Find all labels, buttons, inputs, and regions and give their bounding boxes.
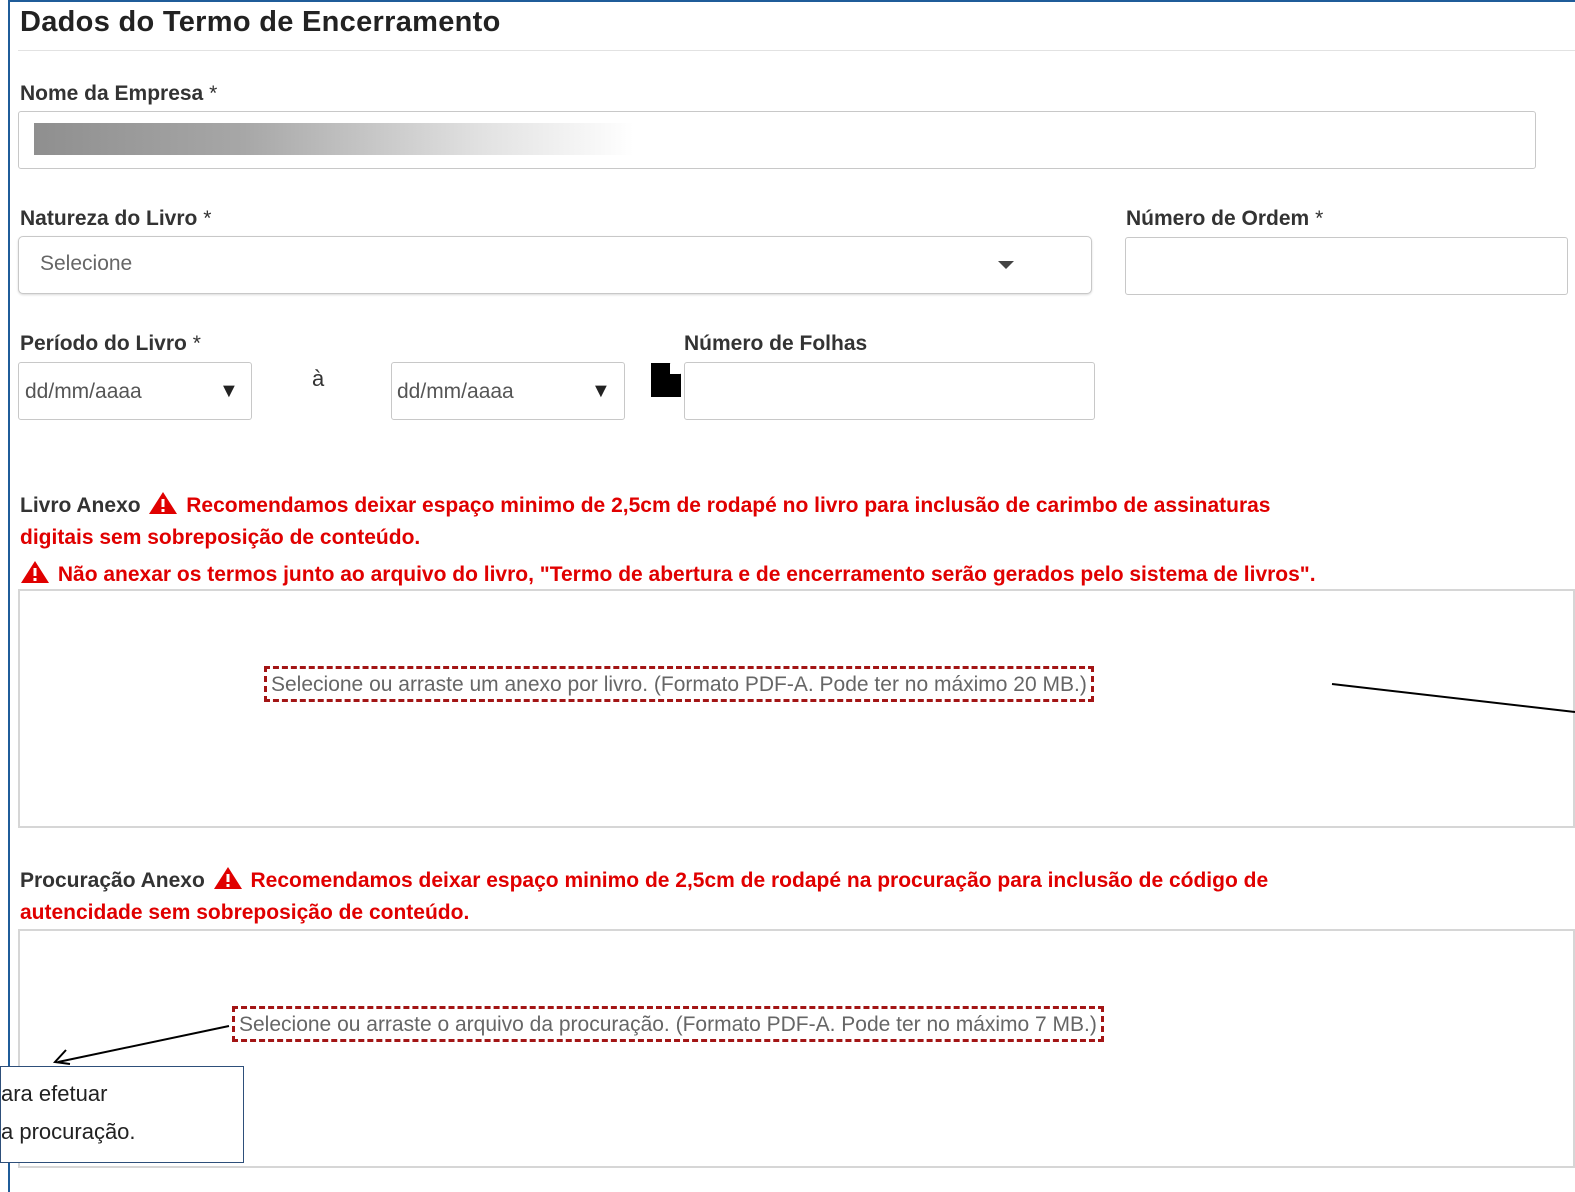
order-number-input[interactable] — [1125, 237, 1568, 295]
book-attachment-warning-2-row: Não anexar os termos junto ao arquivo do… — [20, 560, 1316, 587]
book-attachment-warning-1-cont: digitais sem sobreposição de conteúdo. — [20, 526, 421, 549]
book-period-label: Período do Livro * — [20, 332, 201, 356]
book-attachment-dropzone[interactable] — [18, 589, 1575, 828]
book-attachment-drop-text[interactable]: Selecione ou arraste um anexo por livro.… — [264, 666, 1094, 702]
required-mark: * — [203, 207, 212, 230]
warning-triangle-icon — [213, 867, 242, 889]
book-period-label-text: Período do Livro — [20, 332, 187, 355]
callout-line-2: a procuração. — [1, 1119, 136, 1144]
caret-down-icon[interactable] — [998, 261, 1014, 269]
book-nature-label: Natureza do Livro * — [20, 207, 211, 231]
proxy-attachment-label: Procuração Anexo — [20, 869, 205, 892]
proxy-attachment-drop-text[interactable]: Selecione ou arraste o arquivo da procur… — [232, 1006, 1104, 1042]
callout-line-1: ara efetuar — [1, 1081, 108, 1106]
proxy-attachment-warning-cont: autencidade sem sobreposição de conteúdo… — [20, 901, 470, 924]
chevron-down-icon[interactable]: ▼ — [591, 380, 611, 403]
warning-triangle-icon — [149, 492, 178, 514]
book-nature-label-text: Natureza do Livro — [20, 207, 198, 230]
title-divider — [18, 50, 1575, 51]
book-nature-select[interactable] — [18, 236, 1092, 294]
page-count-label: Número de Folhas — [684, 332, 868, 355]
company-name-label-text: Nome da Empresa — [20, 82, 204, 105]
redacted-company-name — [34, 123, 634, 155]
book-attachment-warning-1: Recomendamos deixar espaço minimo de 2,5… — [186, 494, 1271, 517]
order-number-label: Número de Ordem * — [1126, 207, 1323, 231]
file-icon — [651, 363, 681, 397]
book-attachment-label: Livro Anexo — [20, 494, 141, 517]
book-attachment-warning-2: Não anexar os termos junto ao arquivo do… — [57, 563, 1316, 586]
proxy-attachment-warning: Recomendamos deixar espaço minimo de 2,5… — [250, 869, 1269, 892]
section-title: Dados do Termo de Encerramento — [20, 6, 501, 38]
chevron-down-icon[interactable]: ▼ — [219, 380, 239, 403]
required-mark: * — [192, 332, 201, 355]
proxy-attachment-header: Procuração Anexo Recomendamos deixar esp… — [20, 866, 1268, 893]
required-mark: * — [209, 82, 218, 105]
proxy-attachment-dropzone[interactable] — [18, 929, 1575, 1168]
book-attachment-header: Livro Anexo Recomendamos deixar espaço m… — [20, 491, 1270, 518]
period-start-placeholder: dd/mm/aaaa — [25, 380, 142, 403]
annotation-callout: ara efetuar a procuração. — [0, 1066, 244, 1163]
warning-triangle-icon — [21, 561, 49, 583]
period-end-placeholder: dd/mm/aaaa — [397, 380, 514, 403]
period-separator: à — [312, 366, 325, 391]
book-nature-selected: Selecione — [40, 252, 133, 275]
page-count-input[interactable] — [684, 362, 1095, 420]
order-number-label-text: Número de Ordem — [1126, 207, 1310, 230]
required-mark: * — [1315, 207, 1324, 230]
company-name-label: Nome da Empresa * — [20, 82, 217, 106]
